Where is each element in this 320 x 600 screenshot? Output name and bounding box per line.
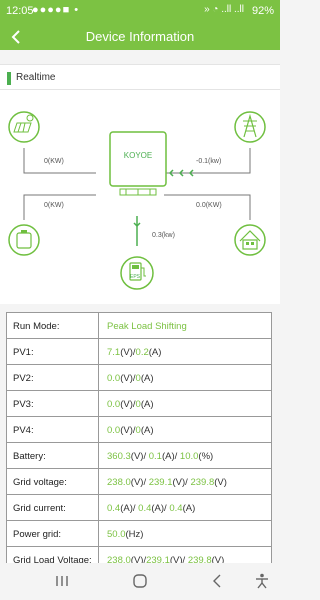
accessibility-icon[interactable]: [253, 573, 271, 589]
row-key: PV1:: [7, 339, 99, 364]
energy-flow-diagram: KOYOE EPS 0(KW) -0.1(kw) 0(KW) 0.0(KW) 0…: [0, 90, 280, 304]
table-row: PV4: 0.0(V)/0(A): [7, 417, 272, 443]
row-key: PV3:: [7, 391, 99, 416]
value-number: 10.0: [179, 451, 199, 462]
battery-icon: [8, 224, 40, 256]
battery-level: 92%: [251, 5, 274, 17]
value-unit: (V)/: [130, 477, 149, 488]
signal-icons: » ◔ ..ll ..ll: [204, 4, 244, 15]
system-nav-bar: [0, 563, 280, 600]
section-header: Realtime: [0, 64, 280, 90]
value-unit: (V)/: [120, 399, 136, 410]
pv-power-label: 0(KW): [44, 158, 64, 165]
value-number: 0.0: [107, 399, 121, 410]
value-number: 360.3: [107, 451, 131, 462]
eps-label: EPS: [130, 274, 141, 280]
table-row: Run Mode: Peak Load Shifting: [7, 313, 272, 339]
grid-power-label: -0.1(kw): [196, 158, 222, 165]
section-marker: [7, 72, 11, 85]
value-number: 0.0: [107, 373, 121, 384]
value-unit: (V): [214, 477, 227, 488]
value-unit: (A)/: [120, 503, 139, 514]
value-unit: (A): [148, 347, 162, 358]
table-row: PV3: 0.0(V)/0(A): [7, 391, 272, 417]
value-unit: (A)/: [161, 451, 180, 462]
row-value: Peak Load Shifting: [99, 313, 272, 338]
table-row: PV1: 7.1(V)/0.2(A): [7, 339, 272, 365]
eps-power-label: 0.3(kw): [152, 232, 175, 239]
value-unit: (Hz): [125, 529, 144, 540]
page-title: Device Information: [85, 29, 195, 44]
app-header: Device Information: [0, 24, 280, 50]
value-unit: (A): [182, 503, 196, 514]
device-info-table: Run Mode: Peak Load Shifting PV1: 7.1(V)/0.…: [6, 312, 272, 573]
value-number: 0.4: [169, 503, 183, 514]
row-key: Battery:: [7, 443, 99, 468]
row-key: Grid voltage:: [7, 469, 99, 494]
table-row: Power grid: 50.0(Hz): [7, 521, 272, 547]
row-value: 0.0(V)/0(A): [99, 391, 272, 416]
inverter-brand: KOYOE: [124, 151, 152, 160]
eps-icon: [120, 256, 154, 290]
row-key: PV2:: [7, 365, 99, 390]
value-number: 0.4: [107, 503, 121, 514]
row-key: PV4:: [7, 417, 99, 442]
value-unit: (A)/: [151, 503, 170, 514]
value-number: 239.1: [148, 477, 173, 488]
value-number: Peak Load Shifting: [107, 321, 187, 332]
row-value: 7.1(V)/0.2(A): [99, 339, 272, 364]
row-value: 0.0(V)/0(A): [99, 417, 272, 442]
status-time: 12:05: [6, 5, 34, 17]
value-number: 0.2: [135, 347, 149, 358]
value-unit: (V)/: [120, 425, 136, 436]
row-key: Power grid:: [7, 521, 99, 546]
value-number: 0.0: [107, 425, 121, 436]
battery-power-label: 0(KW): [44, 202, 64, 209]
value-unit: (V)/: [120, 347, 136, 358]
table-row: Grid current: 0.4(A)/ 0.4(A)/ 0.4(A): [7, 495, 272, 521]
table-row: Battery: 360.3(V)/ 0.1(A)/ 10.0(%): [7, 443, 272, 469]
solar-panel-icon: [8, 111, 40, 143]
grid-tower-icon: [234, 111, 266, 143]
value-unit: (A): [140, 399, 154, 410]
row-key: Grid current:: [7, 495, 99, 520]
value-unit: (%): [198, 451, 214, 462]
home-icon: [234, 224, 266, 256]
back-nav-icon[interactable]: [209, 573, 227, 589]
value-number: 0.4: [138, 503, 152, 514]
row-value: 0.0(V)/0(A): [99, 365, 272, 390]
inverter-icon: [109, 131, 167, 196]
value-unit: (A): [140, 373, 154, 384]
row-key: Run Mode:: [7, 313, 99, 338]
home-nav-icon[interactable]: [131, 573, 149, 589]
table-row: PV2: 0.0(V)/0(A): [7, 365, 272, 391]
notification-icons: ●●●●■ •: [32, 4, 80, 16]
value-number: 239.8: [190, 477, 215, 488]
row-value: 360.3(V)/ 0.1(A)/ 10.0(%): [99, 443, 272, 468]
value-number: 238.0: [107, 477, 131, 488]
row-value: 0.4(A)/ 0.4(A)/ 0.4(A): [99, 495, 272, 520]
row-value: 50.0(Hz): [99, 521, 272, 546]
recent-apps-icon[interactable]: [53, 573, 71, 589]
status-bar: 12:05 ●●●●■ • » ◔ ..ll ..ll 92%: [0, 0, 280, 24]
value-unit: (V)/: [172, 477, 191, 488]
value-number: 7.1: [107, 347, 121, 358]
table-row: Grid voltage: 238.0(V)/ 239.1(V)/ 239.8(V…: [7, 469, 272, 495]
value-unit: (V)/: [120, 373, 136, 384]
value-unit: (A): [140, 425, 154, 436]
value-unit: (V)/: [130, 451, 149, 462]
load-power-label: 0.0(KW): [196, 202, 222, 209]
row-value: 238.0(V)/ 239.1(V)/ 239.8(V): [99, 469, 272, 494]
value-number: 0.1: [148, 451, 162, 462]
value-number: 50.0: [107, 529, 126, 540]
section-title: Realtime: [16, 72, 56, 83]
